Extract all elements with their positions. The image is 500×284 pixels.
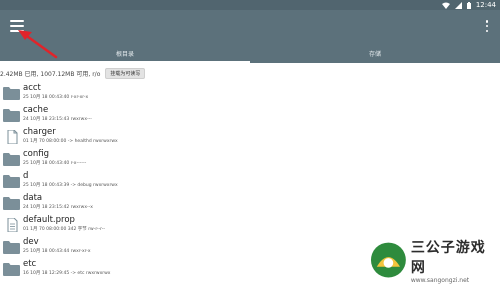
folder-icon xyxy=(3,109,20,122)
storage-info: 2.42MB 已用, 1007.12MB 可用, r/o 挂载为可读写 xyxy=(0,67,146,79)
status-bar: 12:44 xyxy=(0,0,500,10)
storage-usage-text: 2.42MB 已用, 1007.12MB 可用, r/o xyxy=(0,70,101,78)
list-item[interactable]: default.prop 01 1月 70 08:00:00 342 字节 rw… xyxy=(0,214,500,236)
tab-storage[interactable]: 存储 xyxy=(250,43,500,63)
status-icons: 12:44 xyxy=(441,0,496,10)
file-meta: 25 10月 18 00:43:40 r-xr-xr-x xyxy=(23,95,89,100)
list-item[interactable]: charger 01 1月 70 08:00:00 -> healthd rwx… xyxy=(0,126,500,148)
list-item[interactable]: data 24 10月 18 23:15:42 rwxrwx--x xyxy=(0,192,500,214)
app-bar xyxy=(0,10,500,43)
list-item[interactable]: d 25 10月 18 00:43:39 -> debug rwxrwxrwx xyxy=(0,170,500,192)
watermark-logo-icon xyxy=(370,242,406,278)
file-name: cache xyxy=(23,105,49,115)
clock: 12:44 xyxy=(475,1,496,9)
signal-icon xyxy=(454,1,462,9)
folder-icon xyxy=(3,197,20,210)
file-icon xyxy=(7,130,18,144)
file-name: default.prop xyxy=(23,215,75,225)
watermark-url: www.sangongzi.net xyxy=(410,276,470,284)
file-meta: 25 10月 18 00:43:39 -> debug rwxrwxrwx xyxy=(23,183,118,188)
file-meta: 16 10月 18 12:29:45 -> etc rwxrwxrwx xyxy=(23,271,111,276)
file-name: etc xyxy=(23,259,37,269)
watermark-name: 三公子游戏网 xyxy=(410,239,486,276)
tab-bar: 根目录 存储 xyxy=(0,43,500,63)
folder-icon xyxy=(3,153,20,166)
folder-icon xyxy=(3,175,20,188)
list-item[interactable]: config 25 10月 18 00:43:40 r-x------ xyxy=(0,148,500,170)
file-name: data xyxy=(23,193,43,203)
watermark: 三公子游戏网 www.sangongzi.net xyxy=(370,239,498,284)
file-name: config xyxy=(23,149,50,159)
battery-icon xyxy=(466,1,471,9)
file-meta: 01 1月 70 08:00:00 -> healthd rwxrwxrwx xyxy=(23,139,118,144)
file-meta: 25 10月 18 00:43:44 rwxr-xr-x xyxy=(23,249,91,254)
file-meta: 25 10月 18 00:43:40 r-x------ xyxy=(23,161,87,166)
document-icon xyxy=(7,218,18,232)
file-meta: 24 10月 18 23:15:42 rwxrwx--x xyxy=(23,205,93,210)
file-name: dev xyxy=(23,237,39,247)
file-meta: 01 1月 70 08:00:00 342 字节 rw-r--r-- xyxy=(23,227,105,232)
file-name: acct xyxy=(23,83,41,93)
list-item[interactable]: cache 24 10月 18 23:15:43 rwxrwx--- xyxy=(0,104,500,126)
folder-icon xyxy=(3,87,20,100)
file-meta: 24 10月 18 23:15:43 rwxrwx--- xyxy=(23,117,92,122)
wifi-icon xyxy=(441,2,450,9)
file-name: charger xyxy=(23,127,56,137)
folder-icon xyxy=(3,241,20,254)
file-name: d xyxy=(23,171,29,181)
mount-rw-button[interactable]: 挂载为可读写 xyxy=(105,67,146,79)
red-arrow-annotation xyxy=(18,30,58,59)
folder-icon xyxy=(3,263,20,276)
more-vert-icon[interactable] xyxy=(485,20,489,32)
list-item[interactable]: acct 25 10月 18 00:43:40 r-xr-xr-x xyxy=(0,82,500,104)
